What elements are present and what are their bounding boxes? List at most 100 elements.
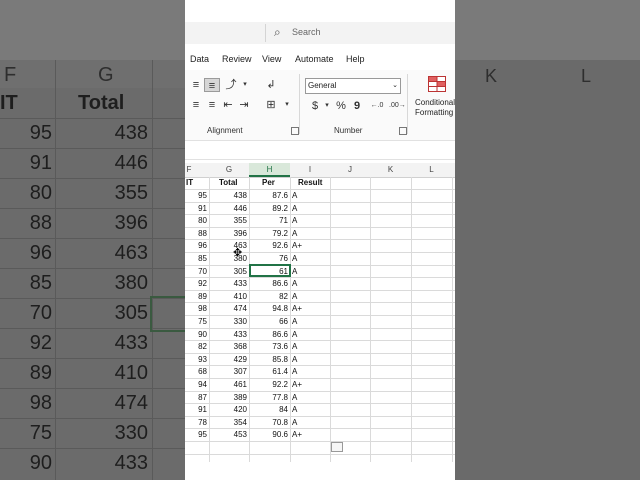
cell-i[interactable]: A	[292, 417, 328, 429]
cell-g[interactable]: 355	[209, 215, 247, 227]
cell-h[interactable]: 79.2	[249, 228, 288, 240]
cell-f[interactable]: 85	[185, 253, 207, 265]
percent-icon[interactable]: %	[333, 99, 349, 113]
comma-style-icon[interactable]: 9	[349, 99, 365, 113]
cell-i[interactable]: A	[292, 291, 328, 303]
cell-f[interactable]: 87	[185, 392, 207, 404]
wrap-text-icon[interactable]: ↲	[263, 78, 279, 92]
cell-g[interactable]: 420	[209, 404, 247, 416]
col-header-h[interactable]: H	[249, 163, 290, 177]
cell-g[interactable]: 396	[209, 228, 247, 240]
col-header-i[interactable]: I	[290, 165, 330, 174]
cell-g[interactable]: 389	[209, 392, 247, 404]
cell-h[interactable]: 94.8	[249, 303, 288, 315]
cell-i[interactable]: A+	[292, 429, 328, 441]
tab-automate[interactable]: Automate	[295, 54, 334, 64]
cell-h[interactable]: 70.8	[249, 417, 288, 429]
cell-g[interactable]: 429	[209, 354, 247, 366]
col-header-f[interactable]: F	[185, 165, 193, 174]
cell-g[interactable]: 307	[209, 366, 247, 378]
cell-i[interactable]: A	[292, 203, 328, 215]
sheet-grid[interactable]: IT Total Per Result 95 438 87.6 A 91 446 89.2 A…	[185, 177, 455, 480]
tab-help[interactable]: Help	[346, 54, 365, 64]
cell-i[interactable]: A+	[292, 303, 328, 315]
cell-g[interactable]: 330	[209, 316, 247, 328]
merge-center-icon[interactable]: ⊞	[263, 98, 279, 112]
paste-options-icon[interactable]	[331, 442, 343, 452]
cell-g[interactable]: 474	[209, 303, 247, 315]
cell-h[interactable]: 73.6	[249, 341, 288, 353]
align-top-icon[interactable]: ≡	[188, 78, 204, 92]
tab-data[interactable]: Data	[190, 54, 209, 64]
tab-view[interactable]: View	[262, 54, 281, 64]
cell-h[interactable]: 92.2	[249, 379, 288, 391]
increase-indent-icon[interactable]: ⇥	[236, 98, 252, 112]
number-format-select[interactable]: General ⌄	[305, 78, 401, 94]
active-cell-selection[interactable]	[249, 264, 291, 277]
cell-i[interactable]: A	[292, 341, 328, 353]
cell-f[interactable]: 92	[185, 278, 207, 290]
col-header-j[interactable]: J	[330, 165, 370, 174]
increase-decimal-icon[interactable]: ←.0	[369, 99, 385, 113]
cell-g[interactable]: 410	[209, 291, 247, 303]
merge-dropdown-icon[interactable]: ▾	[279, 98, 295, 112]
cell-f[interactable]: 93	[185, 354, 207, 366]
cell-f[interactable]: 70	[185, 266, 207, 278]
search-input[interactable]: Search	[292, 27, 321, 37]
cell-h[interactable]: 77.8	[249, 392, 288, 404]
cell-f[interactable]: 75	[185, 316, 207, 328]
col-header-g[interactable]: G	[209, 165, 249, 174]
cell-h[interactable]: 61.4	[249, 366, 288, 378]
align-left-icon[interactable]: ≡	[188, 98, 204, 112]
cell-f[interactable]: 91	[185, 404, 207, 416]
cell-h[interactable]: 86.6	[249, 329, 288, 341]
cell-g[interactable]: 433	[209, 278, 247, 290]
cell-i[interactable]: A	[292, 392, 328, 404]
cell-f[interactable]: 98	[185, 303, 207, 315]
cell-f[interactable]: 88	[185, 228, 207, 240]
cell-g[interactable]: 461	[209, 379, 247, 391]
col-header-k[interactable]: K	[370, 165, 411, 174]
cell-i[interactable]: A	[292, 278, 328, 290]
cell-h[interactable]: 90.6	[249, 429, 288, 441]
header-result[interactable]: Result	[298, 177, 322, 189]
cell-i[interactable]: A	[292, 215, 328, 227]
tab-review[interactable]: Review	[222, 54, 252, 64]
cell-g[interactable]: 354	[209, 417, 247, 429]
cell-i[interactable]: A+	[292, 240, 328, 252]
cell-i[interactable]: A+	[292, 379, 328, 391]
cell-h[interactable]: 86.6	[249, 278, 288, 290]
decrease-decimal-icon[interactable]: .00→	[389, 99, 406, 113]
cell-i[interactable]: A	[292, 253, 328, 265]
cell-i[interactable]: A	[292, 190, 328, 202]
number-launcher-icon[interactable]	[399, 127, 407, 135]
cell-f[interactable]: 80	[185, 215, 207, 227]
header-per[interactable]: Per	[262, 177, 275, 189]
cell-g[interactable]: 433	[209, 329, 247, 341]
cell-h[interactable]: 89.2	[249, 203, 288, 215]
cell-h[interactable]: 92.6	[249, 240, 288, 252]
conditional-formatting-icon[interactable]	[428, 76, 446, 92]
cell-f[interactable]: 94	[185, 379, 207, 391]
cell-i[interactable]: A	[292, 266, 328, 278]
cell-g[interactable]: 438	[209, 190, 247, 202]
cell-i[interactable]: A	[292, 329, 328, 341]
cell-i[interactable]: A	[292, 354, 328, 366]
header-total[interactable]: Total	[219, 177, 238, 189]
cell-f[interactable]: 95	[185, 429, 207, 441]
header-it[interactable]: IT	[186, 177, 193, 189]
cell-h[interactable]: 84	[249, 404, 288, 416]
cell-i[interactable]: A	[292, 316, 328, 328]
cell-g[interactable]: 305	[209, 266, 247, 278]
cell-f[interactable]: 90	[185, 329, 207, 341]
cell-h[interactable]: 66	[249, 316, 288, 328]
cell-h[interactable]: 85.8	[249, 354, 288, 366]
align-middle-icon[interactable]: ≡	[204, 78, 220, 92]
cell-g[interactable]: 453	[209, 429, 247, 441]
cell-f[interactable]: 95	[185, 190, 207, 202]
cell-f[interactable]: 91	[185, 203, 207, 215]
cell-i[interactable]: A	[292, 404, 328, 416]
align-center-icon[interactable]: ≡	[204, 98, 220, 112]
cell-f[interactable]: 89	[185, 291, 207, 303]
cell-g[interactable]: 446	[209, 203, 247, 215]
